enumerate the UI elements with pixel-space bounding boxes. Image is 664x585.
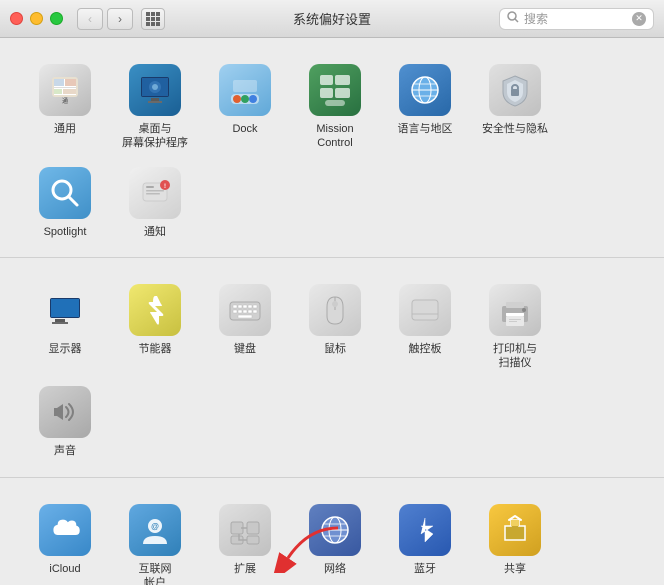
hardware-section: 显示器 节能器	[0, 258, 664, 478]
pref-sharing[interactable]: 共享	[470, 496, 560, 585]
hardware-grid: 显示器 节能器	[20, 276, 644, 467]
search-placeholder: 搜索	[524, 10, 627, 27]
window-controls	[10, 12, 63, 25]
pref-energy-label: 节能器	[139, 342, 172, 356]
internet-section: iCloud @ 互联网帐户	[0, 478, 664, 585]
forward-button[interactable]: ›	[107, 8, 133, 30]
maximize-button[interactable]	[50, 12, 63, 25]
pref-security-label: 安全性与隐私	[482, 122, 548, 136]
personal-grid: 通 通用	[20, 56, 644, 247]
pref-desktop[interactable]: 桌面与屏幕保护程序	[110, 56, 200, 159]
pref-internetaccounts[interactable]: @ 互联网帐户	[110, 496, 200, 585]
pref-spotlight[interactable]: Spotlight	[20, 159, 110, 247]
pref-energy[interactable]: 节能器	[110, 276, 200, 379]
pref-language-label: 语言与地区	[398, 122, 453, 136]
pref-general[interactable]: 通 通用	[20, 56, 110, 159]
pref-trackpad[interactable]: 触控板	[380, 276, 470, 379]
pref-notification-label: 通知	[144, 225, 166, 239]
pref-icloud[interactable]: iCloud	[20, 496, 110, 585]
pref-keyboard[interactable]: 键盘	[200, 276, 290, 379]
internet-grid: iCloud @ 互联网帐户	[20, 496, 644, 585]
pref-sound-label: 声音	[54, 444, 76, 458]
search-clear-button[interactable]: ✕	[632, 12, 646, 26]
pref-display-label: 显示器	[49, 342, 82, 356]
pref-language[interactable]: 语言与地区	[380, 56, 470, 159]
pref-mouse[interactable]: 鼠标	[290, 276, 380, 379]
pref-bluetooth-label: 蓝牙	[414, 562, 436, 576]
titlebar: ‹ › 系统偏好设置 搜索 ✕	[0, 0, 664, 38]
pref-sound[interactable]: 声音	[20, 378, 110, 466]
pref-dock-label: Dock	[232, 122, 257, 136]
svg-text:@: @	[151, 522, 159, 531]
pref-bluetooth[interactable]: 蓝牙	[380, 496, 470, 585]
svg-text:!: !	[164, 184, 166, 190]
pref-security[interactable]: 安全性与隐私	[470, 56, 560, 159]
pref-mission[interactable]: MissionControl	[290, 56, 380, 159]
pref-display[interactable]: 显示器	[20, 276, 110, 379]
back-button[interactable]: ‹	[77, 8, 103, 30]
pref-sharing-label: 共享	[504, 562, 526, 576]
pref-icloud-label: iCloud	[49, 562, 80, 576]
preferences-content: 通 通用	[0, 38, 664, 585]
pref-trackpad-label: 触控板	[409, 342, 442, 356]
pref-notification[interactable]: ! 通知	[110, 159, 200, 247]
pref-mouse-label: 鼠标	[324, 342, 346, 356]
pref-printer[interactable]: 打印机与扫描仪	[470, 276, 560, 379]
window-title: 系统偏好设置	[293, 9, 371, 28]
close-button[interactable]	[10, 12, 23, 25]
pref-keyboard-label: 键盘	[234, 342, 256, 356]
grid-view-button[interactable]	[141, 8, 165, 30]
pref-spotlight-label: Spotlight	[44, 225, 87, 239]
pref-internetaccounts-label: 互联网帐户	[139, 562, 172, 585]
nav-buttons: ‹ ›	[77, 8, 133, 30]
pref-desktop-label: 桌面与屏幕保护程序	[122, 122, 188, 151]
pref-extensions-label: 扩展	[234, 562, 256, 576]
search-bar[interactable]: 搜索 ✕	[499, 8, 654, 30]
minimize-button[interactable]	[30, 12, 43, 25]
search-icon	[507, 11, 519, 26]
pref-network-label: 网络	[324, 562, 346, 576]
svg-text:通: 通	[62, 97, 68, 105]
pref-printer-label: 打印机与扫描仪	[493, 342, 537, 371]
pref-network[interactable]: 网络	[290, 496, 380, 585]
personal-section: 通 通用	[0, 38, 664, 258]
pref-general-label: 通用	[54, 122, 76, 136]
pref-mission-label: MissionControl	[316, 122, 353, 151]
pref-dock[interactable]: Dock	[200, 56, 290, 159]
pref-extensions[interactable]: 扩展	[200, 496, 290, 585]
